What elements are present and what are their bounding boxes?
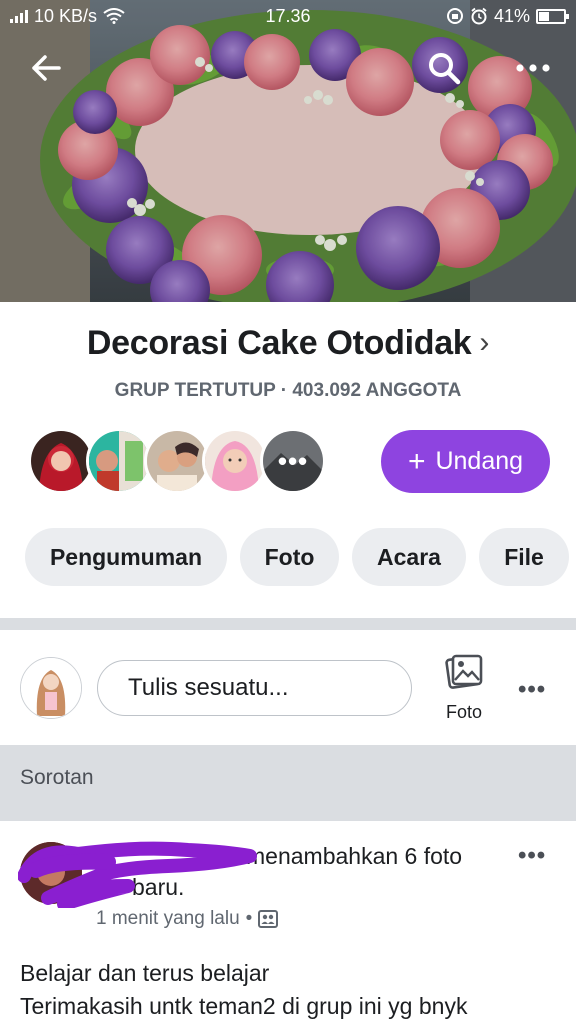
group-audience-icon — [258, 910, 279, 928]
alarm-icon — [471, 7, 487, 25]
status-bar: 10 KB/s 17.36 41% — [0, 0, 576, 32]
member-avatar[interactable] — [28, 428, 94, 494]
invite-label: Undang — [435, 447, 524, 475]
tab-announcements[interactable]: Pengumuman — [25, 528, 227, 586]
meta-separator: • — [245, 908, 253, 929]
post-action-text: menambahkan 6 foto — [246, 843, 463, 869]
group-meta: GRUP TERTUTUP · 403.092 ANGGOTA — [114, 380, 462, 401]
invite-button[interactable]: + Undang — [381, 430, 550, 493]
my-avatar[interactable] — [20, 657, 82, 719]
highlights-title: Sorotan — [20, 766, 94, 789]
tab-events[interactable]: Acara — [352, 528, 466, 586]
member-avatars[interactable]: ••• — [28, 428, 326, 494]
post-body: Belajar dan terus belajar Terimakasih un… — [20, 957, 560, 1023]
post-body-line: Terimakasih untk teman2 di grup ini yg b… — [20, 993, 468, 1019]
back-arrow-icon[interactable] — [26, 50, 66, 86]
battery-percent: 41% — [493, 5, 530, 26]
network-speed: 10 KB/s — [34, 5, 98, 26]
clock: 17.36 — [265, 5, 311, 26]
data-saver-icon — [446, 8, 463, 24]
more-members-dots: ••• — [277, 445, 309, 476]
tab-files[interactable]: File — [479, 528, 569, 586]
composer-more-icon[interactable]: ••• — [518, 676, 546, 704]
signal-icon — [10, 9, 28, 23]
group-name[interactable]: Decorasi Cake Otodidak › — [0, 324, 576, 363]
photo-icon — [445, 654, 483, 689]
member-avatar[interactable] — [144, 428, 210, 494]
group-name-text[interactable]: Decorasi Cake Otodidak — [87, 324, 472, 362]
plus-icon: + — [407, 444, 426, 478]
post-more-icon[interactable]: ••• — [518, 842, 546, 870]
member-avatar[interactable] — [202, 428, 268, 494]
photo-button[interactable]: Foto — [438, 652, 490, 723]
search-icon[interactable] — [424, 48, 464, 88]
wifi-icon — [103, 8, 125, 24]
cake-cover-image — [0, 0, 576, 302]
post-timestamp[interactable]: 1 menit yang lalu — [96, 908, 240, 930]
member-avatar[interactable] — [86, 428, 152, 494]
tab-photos[interactable]: Foto — [240, 528, 339, 586]
cover-photo[interactable]: 10 KB/s 17.36 41% — [0, 0, 576, 302]
post-body-line: Belajar dan terus belajar — [20, 960, 270, 986]
section-divider — [0, 618, 576, 630]
redaction-scribble — [18, 841, 257, 908]
battery-icon — [536, 8, 569, 24]
photo-label: Foto — [445, 702, 483, 722]
more-members-button[interactable]: ••• — [260, 428, 326, 494]
composer-input[interactable]: Tulis sesuatu... — [97, 660, 412, 716]
more-icon[interactable] — [510, 55, 556, 81]
group-tabs: Pengumuman Foto Acara File — [25, 528, 569, 586]
post-meta: 1 menit yang lalu • — [96, 908, 279, 930]
chevron-right-icon: › — [479, 326, 490, 359]
